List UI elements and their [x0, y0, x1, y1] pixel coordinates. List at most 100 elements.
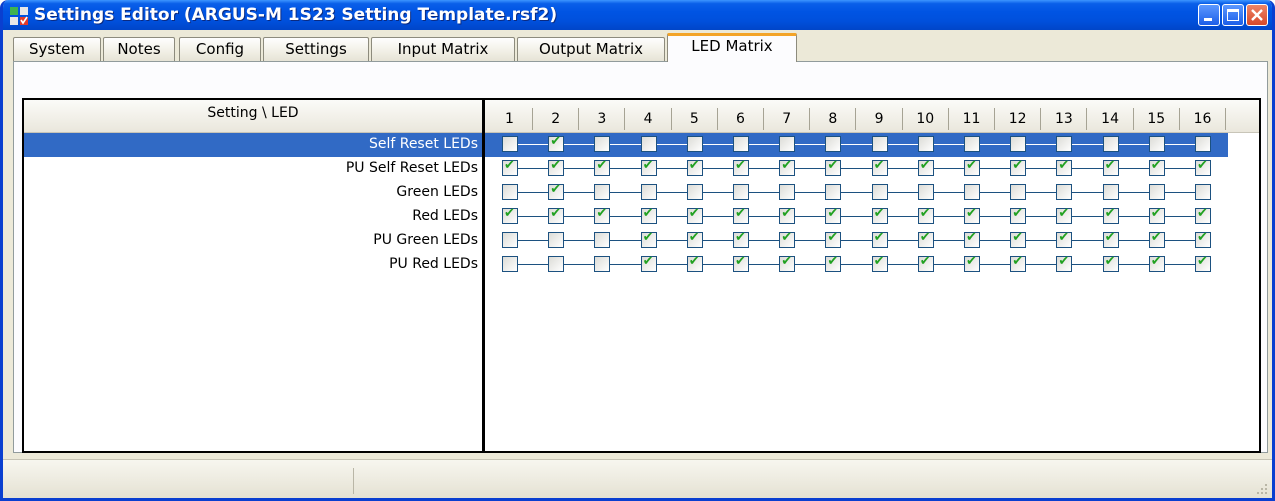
led-checkbox-15[interactable]	[1148, 158, 1165, 176]
led-checkbox-8[interactable]	[825, 206, 842, 224]
setting-row-label[interactable]: PU Red LEDs	[24, 253, 482, 277]
led-checkbox-8[interactable]	[825, 158, 842, 176]
led-checkbox-16[interactable]	[1195, 230, 1211, 248]
setting-row-label[interactable]: Self Reset LEDs	[24, 133, 482, 157]
column-header-5[interactable]: 5	[672, 108, 718, 130]
led-checkbox-1[interactable]	[502, 206, 518, 224]
led-checkbox-2[interactable]	[548, 206, 565, 224]
led-checkbox-16[interactable]	[1195, 184, 1211, 200]
led-checkbox-12[interactable]	[1010, 254, 1027, 272]
led-checkbox-3[interactable]	[594, 184, 611, 200]
led-checkbox-10[interactable]	[917, 158, 934, 176]
led-checkbox-14[interactable]	[1102, 206, 1119, 224]
led-checkbox-8[interactable]	[825, 184, 842, 200]
led-checkbox-11[interactable]	[964, 184, 980, 200]
column-header-10[interactable]: 10	[903, 108, 949, 130]
led-checkbox-12[interactable]	[1010, 184, 1027, 200]
led-checkbox-7[interactable]	[779, 136, 796, 152]
led-checkbox-14[interactable]	[1102, 230, 1119, 248]
led-checkbox-2[interactable]	[548, 232, 565, 248]
led-checkbox-15[interactable]	[1148, 136, 1165, 152]
led-checkbox-6[interactable]	[733, 158, 749, 176]
led-checkbox-12[interactable]	[1010, 206, 1027, 224]
led-checkbox-13[interactable]	[1056, 184, 1073, 200]
setting-row-label[interactable]: Red LEDs	[24, 205, 482, 229]
tab-led-matrix[interactable]: LED Matrix	[667, 33, 797, 62]
led-checkbox-4[interactable]	[640, 206, 657, 224]
led-checkbox-9[interactable]	[871, 254, 888, 272]
led-checkbox-11[interactable]	[964, 254, 980, 272]
led-checkbox-10[interactable]	[917, 254, 934, 272]
led-checkbox-4[interactable]	[640, 136, 657, 152]
led-checkbox-7[interactable]	[779, 230, 796, 248]
setting-row-label[interactable]: PU Self Reset LEDs	[24, 157, 482, 181]
led-checkbox-7[interactable]	[779, 184, 796, 200]
column-header-15[interactable]: 15	[1134, 108, 1180, 130]
led-checkbox-9[interactable]	[871, 184, 888, 200]
led-checkbox-2[interactable]	[548, 134, 565, 152]
column-header-2[interactable]: 2	[533, 108, 580, 130]
led-checkbox-14[interactable]	[1102, 254, 1119, 272]
tab-settings[interactable]: Settings	[263, 37, 369, 61]
led-checkbox-12[interactable]	[1010, 230, 1027, 248]
led-checkbox-1[interactable]	[502, 256, 518, 272]
led-checkbox-11[interactable]	[964, 206, 980, 224]
led-checkbox-3[interactable]	[594, 158, 611, 176]
led-checkbox-16[interactable]	[1195, 158, 1211, 176]
led-checkbox-6[interactable]	[733, 206, 749, 224]
led-checkbox-10[interactable]	[917, 206, 934, 224]
setting-row-label[interactable]: Green LEDs	[24, 181, 482, 205]
led-checkbox-13[interactable]	[1056, 254, 1073, 272]
led-checkbox-8[interactable]	[825, 254, 842, 272]
column-header-7[interactable]: 7	[764, 108, 811, 130]
led-checkbox-4[interactable]	[640, 158, 657, 176]
led-checkbox-9[interactable]	[871, 206, 888, 224]
led-checkbox-7[interactable]	[779, 254, 796, 272]
column-header-4[interactable]: 4	[626, 108, 672, 130]
led-checkbox-3[interactable]	[594, 206, 611, 224]
led-checkbox-16[interactable]	[1195, 206, 1211, 224]
led-checkbox-14[interactable]	[1102, 184, 1119, 200]
led-checkbox-2[interactable]	[548, 182, 565, 200]
minimize-button[interactable]	[1198, 4, 1220, 26]
led-checkbox-14[interactable]	[1102, 136, 1119, 152]
column-header-8[interactable]: 8	[810, 108, 857, 130]
led-checkbox-1[interactable]	[502, 184, 518, 200]
setting-row-label[interactable]: PU Green LEDs	[24, 229, 482, 253]
close-button[interactable]	[1246, 4, 1268, 26]
led-checkbox-3[interactable]	[594, 232, 611, 248]
led-checkbox-1[interactable]	[502, 158, 518, 176]
led-checkbox-7[interactable]	[779, 206, 796, 224]
led-checkbox-4[interactable]	[640, 254, 657, 272]
led-checkbox-5[interactable]	[686, 230, 703, 248]
led-checkbox-5[interactable]	[686, 206, 703, 224]
led-checkbox-7[interactable]	[779, 158, 796, 176]
tab-notes[interactable]: Notes	[103, 37, 175, 61]
column-header-12[interactable]: 12	[995, 108, 1042, 130]
led-checkbox-2[interactable]	[548, 158, 565, 176]
led-checkbox-15[interactable]	[1148, 184, 1165, 200]
led-checkbox-8[interactable]	[825, 230, 842, 248]
led-checkbox-5[interactable]	[686, 158, 703, 176]
led-checkbox-10[interactable]	[917, 184, 934, 200]
maximize-button[interactable]	[1222, 4, 1244, 26]
led-checkbox-5[interactable]	[686, 254, 703, 272]
led-checkbox-2[interactable]	[548, 256, 565, 272]
tab-output-matrix[interactable]: Output Matrix	[517, 37, 665, 61]
tab-input-matrix[interactable]: Input Matrix	[371, 37, 515, 61]
led-checkbox-15[interactable]	[1148, 230, 1165, 248]
led-checkbox-13[interactable]	[1056, 136, 1073, 152]
led-checkbox-8[interactable]	[825, 136, 842, 152]
column-header-16[interactable]: 16	[1180, 108, 1226, 130]
led-checkbox-4[interactable]	[640, 230, 657, 248]
led-checkbox-11[interactable]	[964, 158, 980, 176]
led-checkbox-9[interactable]	[871, 158, 888, 176]
led-checkbox-13[interactable]	[1056, 158, 1073, 176]
title-bar[interactable]: Settings Editor (ARGUS-M 1S23 Setting Te…	[3, 0, 1272, 30]
led-checkbox-5[interactable]	[686, 136, 703, 152]
led-checkbox-6[interactable]	[733, 136, 749, 152]
led-checkbox-1[interactable]	[502, 232, 518, 248]
resize-grip-icon[interactable]	[1254, 481, 1268, 495]
led-checkbox-12[interactable]	[1010, 136, 1027, 152]
column-header-3[interactable]: 3	[579, 108, 626, 130]
